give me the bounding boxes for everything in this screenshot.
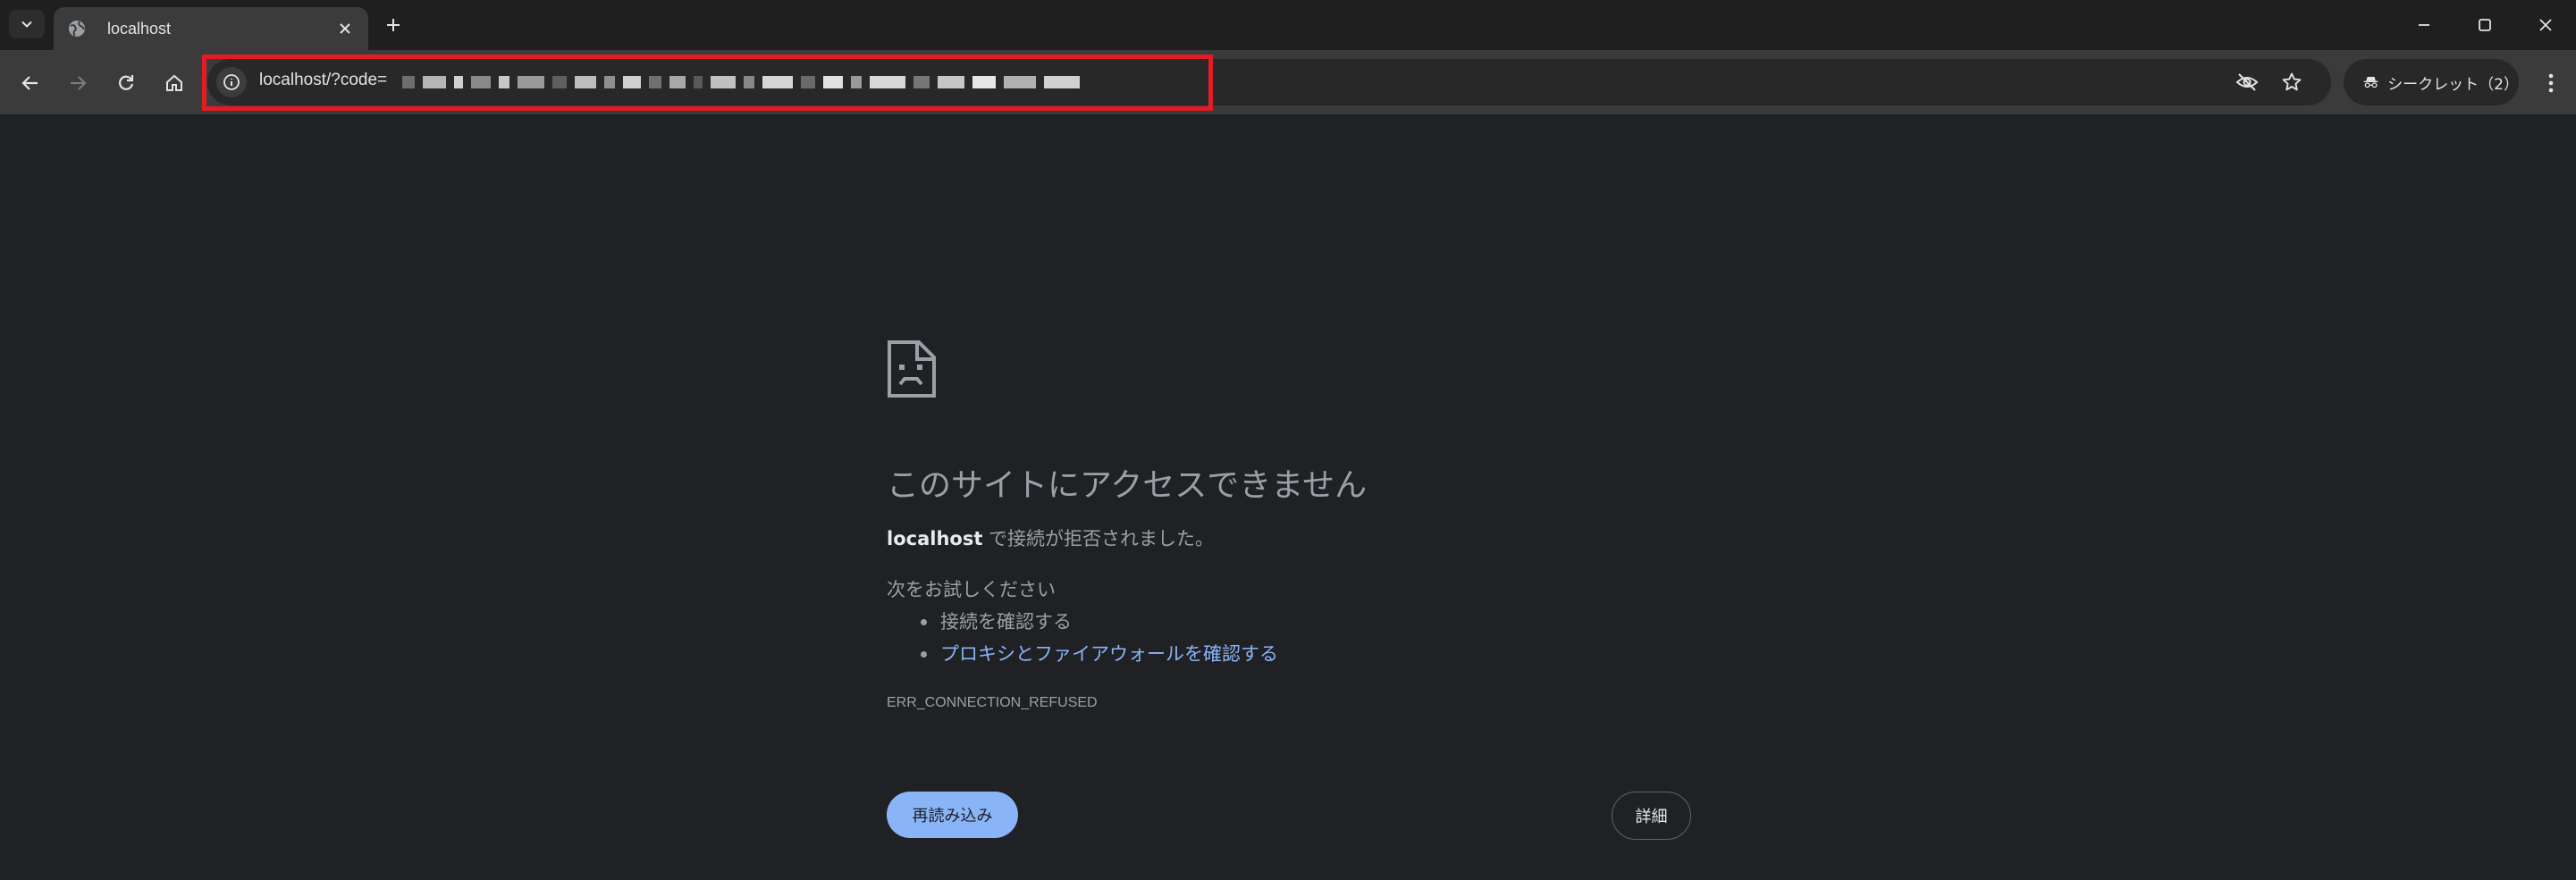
error-description: localhost で接続が拒否されました。 xyxy=(887,524,1214,551)
chevron-down-icon xyxy=(21,21,32,28)
incognito-indicator[interactable]: シークレット（2） xyxy=(2344,59,2519,105)
toolbar: localhost/?code= シークレット（2） xyxy=(0,50,2576,114)
tab-strip: localhost xyxy=(0,0,2576,50)
close-icon xyxy=(340,23,350,34)
close-window-button[interactable] xyxy=(2521,7,2571,43)
error-host: localhost xyxy=(887,528,983,549)
suggestion-check-connection: 接続を確認する xyxy=(921,606,1278,638)
arrow-left-icon xyxy=(21,76,38,90)
star-icon xyxy=(2282,72,2302,91)
home-icon xyxy=(166,74,182,91)
third-party-cookies-blocked-button[interactable] xyxy=(2231,66,2263,98)
incognito-label: シークレット（2） xyxy=(2387,75,2519,94)
minimize-icon xyxy=(2419,24,2429,26)
suggestions-title: 次をお試しください xyxy=(887,579,1056,600)
back-button[interactable] xyxy=(13,65,48,101)
globe-icon xyxy=(66,18,88,39)
more-vertical-icon xyxy=(2548,73,2554,93)
forward-button[interactable] xyxy=(60,65,96,101)
details-button[interactable]: 詳細 xyxy=(1612,792,1691,840)
error-code: ERR_CONNECTION_REFUSED xyxy=(887,695,1098,710)
reload-button[interactable]: 再読み込み xyxy=(887,792,1018,838)
error-page: このサイトにアクセスできません localhost で接続が拒否されました。 次… xyxy=(0,114,2576,880)
bookmark-button[interactable] xyxy=(2276,66,2308,98)
new-tab-button[interactable] xyxy=(379,11,408,39)
plus-icon xyxy=(387,19,400,31)
suggestion-check-proxy-firewall-link[interactable]: プロキシとファイアウォールを確認する xyxy=(921,638,1278,670)
address-bar-highlight-box xyxy=(202,54,1213,111)
reload-icon xyxy=(119,75,134,90)
error-heading: このサイトにアクセスできません xyxy=(887,467,1368,504)
eye-off-icon xyxy=(2235,73,2259,91)
close-icon xyxy=(2539,19,2552,31)
suggestions-list: 接続を確認する プロキシとファイアウォールを確認する xyxy=(921,606,1278,670)
maximize-button[interactable] xyxy=(2460,7,2510,43)
error-description-text: で接続が拒否されました。 xyxy=(982,528,1215,549)
close-tab-button[interactable] xyxy=(334,18,356,39)
tab-title: localhost xyxy=(107,19,172,38)
reload-toolbar-button[interactable] xyxy=(108,65,144,101)
arrow-right-icon xyxy=(71,76,87,90)
sad-page-icon xyxy=(888,340,936,398)
tab-localhost[interactable]: localhost xyxy=(54,7,368,50)
home-button[interactable] xyxy=(156,65,192,101)
maximize-icon xyxy=(2479,19,2491,31)
tab-search-button[interactable] xyxy=(9,10,45,38)
chrome-menu-button[interactable] xyxy=(2535,65,2567,101)
minimize-button[interactable] xyxy=(2399,7,2449,43)
incognito-icon xyxy=(2363,77,2378,88)
